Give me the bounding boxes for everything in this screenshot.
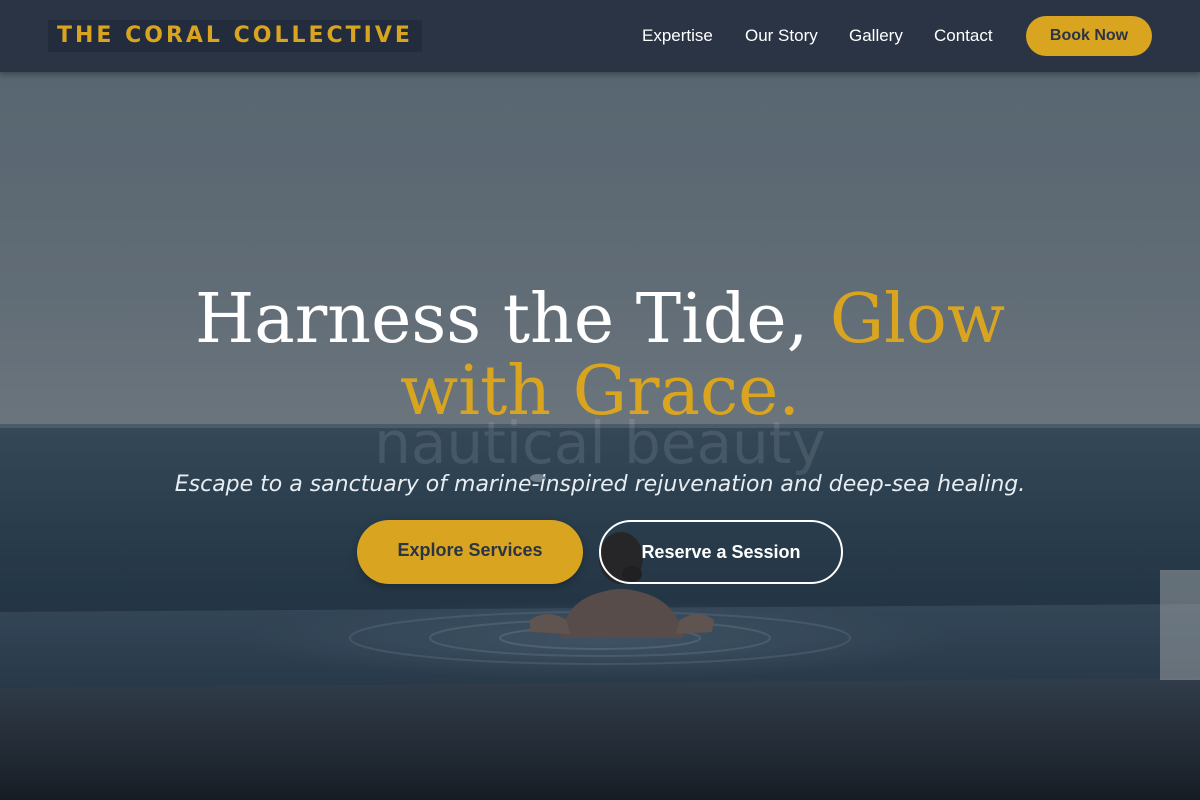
book-now-button[interactable]: Book Now — [1026, 16, 1152, 56]
top-navbar: THE CORAL COLLECTIVE Expertise Our Story… — [0, 0, 1200, 72]
nav-link-contact[interactable]: Contact — [934, 25, 993, 47]
nav-link-gallery[interactable]: Gallery — [849, 25, 903, 47]
nav-link-expertise[interactable]: Expertise — [642, 25, 713, 47]
hero-section: nautical beauty Harness the Tide, Glow w… — [0, 72, 1200, 800]
explore-services-button[interactable]: Explore Services — [357, 520, 583, 584]
brand-logo[interactable]: THE CORAL COLLECTIVE — [48, 20, 422, 52]
nav-link-our-story[interactable]: Our Story — [745, 25, 818, 47]
headline-accent-text-line2: with Grace. — [400, 352, 800, 431]
headline-accent-text: Glow — [829, 280, 1006, 359]
headline-white-text: Harness the Tide, — [194, 280, 809, 359]
hero-tagline: Escape to a sanctuary of marine-inspired… — [174, 472, 1026, 497]
hero-headline: Harness the Tide, Glow with Grace. — [0, 284, 1200, 428]
reserve-session-button[interactable]: Reserve a Session — [599, 520, 843, 584]
